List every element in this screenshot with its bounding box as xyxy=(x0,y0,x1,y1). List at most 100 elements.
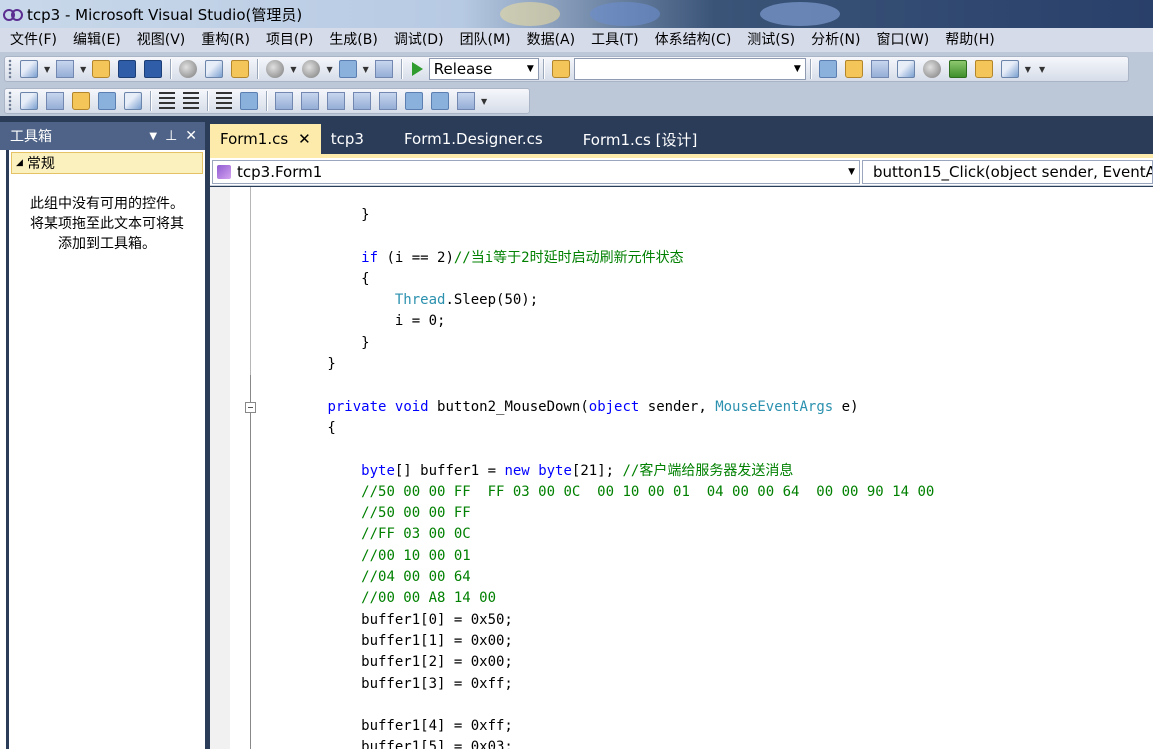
code-line[interactable]: buffer1[2] = 0x00; xyxy=(260,652,934,673)
menu-data[interactable]: 数据(A) xyxy=(519,28,584,52)
increase-indent-icon[interactable] xyxy=(183,92,199,110)
window-position-icon[interactable]: ▼ xyxy=(149,131,157,142)
toolbar-grip[interactable] xyxy=(8,59,12,79)
code-line[interactable]: { xyxy=(260,418,934,439)
find-combo[interactable]: ▼ xyxy=(573,58,806,80)
pin-icon[interactable]: ⊥ xyxy=(165,128,177,144)
menu-project[interactable]: 项目(P) xyxy=(258,28,321,52)
menu-test[interactable]: 测试(S) xyxy=(739,28,803,52)
menu-edit[interactable]: 编辑(E) xyxy=(65,28,129,52)
start-debugging-icon[interactable] xyxy=(411,62,423,76)
code-editor[interactable]: } if (i == 2)//当i等于2时延时启动刷新元件状态 { Thread… xyxy=(210,187,1153,749)
paste-icon[interactable] xyxy=(231,60,250,78)
code-line[interactable]: buffer1[0] = 0x50; xyxy=(260,610,934,631)
menu-analyze[interactable]: 分析(N) xyxy=(803,28,868,52)
save-all-icon[interactable] xyxy=(144,60,163,78)
code-line[interactable]: //FF 03 00 0C xyxy=(260,524,934,545)
code-line[interactable]: } xyxy=(260,205,934,226)
properties-icon[interactable] xyxy=(870,60,889,78)
toolbox-group-general[interactable]: ◢ 常规 xyxy=(11,152,203,174)
code-line[interactable]: { xyxy=(260,269,934,290)
chevron-down-icon[interactable]: ▼ xyxy=(363,65,369,74)
menu-file[interactable]: 文件(F) xyxy=(2,28,65,52)
start-page-icon[interactable] xyxy=(948,60,967,78)
code-line[interactable]: buffer1[4] = 0xff; xyxy=(260,716,934,737)
code-line[interactable]: buffer1[1] = 0x00; xyxy=(260,631,934,652)
class-dropdown[interactable]: tcp3.Form1 ▼ xyxy=(212,159,860,184)
next-bookmark-icon[interactable] xyxy=(327,92,345,110)
navigate-backward-icon[interactable] xyxy=(338,60,357,78)
chevron-down-icon[interactable]: ▼ xyxy=(44,65,50,74)
menu-debug[interactable]: 调试(D) xyxy=(386,28,452,52)
toolbar-options-icon[interactable]: ▼ xyxy=(1039,65,1045,74)
object-browser-icon[interactable] xyxy=(896,60,915,78)
comment-out-icon[interactable] xyxy=(216,92,232,110)
chevron-down-icon[interactable]: ▼ xyxy=(794,64,801,74)
code-line[interactable]: buffer1[3] = 0xff; xyxy=(260,674,934,695)
find-symbol-icon[interactable] xyxy=(818,60,837,78)
code-line[interactable]: //00 10 00 01 xyxy=(260,546,934,567)
collapse-triangle-icon[interactable]: ◢ xyxy=(16,158,23,168)
previous-bookmark-in-document-icon[interactable] xyxy=(405,92,423,110)
save-icon[interactable] xyxy=(118,60,137,78)
quick-info-icon[interactable] xyxy=(72,92,90,110)
display-object-member-list-icon[interactable] xyxy=(20,92,38,110)
clear-bookmarks-icon[interactable] xyxy=(457,92,475,110)
redo-icon[interactable] xyxy=(302,60,321,78)
code-line[interactable]: //50 00 00 FF xyxy=(260,503,934,524)
chevron-down-icon[interactable]: ▼ xyxy=(80,65,86,74)
close-icon[interactable]: ✕ xyxy=(185,128,197,144)
code-line[interactable]: byte[] buffer1 = new byte[21]; //客户端给服务器… xyxy=(260,461,934,482)
add-item-icon[interactable] xyxy=(56,60,75,78)
navigate-forward-icon[interactable] xyxy=(374,60,393,78)
solution-configuration-select[interactable]: Release ▼ xyxy=(428,58,539,80)
code-line[interactable]: } xyxy=(260,333,934,354)
menu-team[interactable]: 团队(M) xyxy=(452,28,519,52)
collapse-outline-icon[interactable] xyxy=(245,402,256,413)
code-text[interactable]: } if (i == 2)//当i等于2时延时启动刷新元件状态 { Thread… xyxy=(260,205,934,749)
chevron-down-icon[interactable]: ▼ xyxy=(326,65,332,74)
open-folder-icon[interactable] xyxy=(92,60,111,78)
tab-tcp3[interactable]: tcp3 xyxy=(321,124,374,154)
display-member-list-icon[interactable] xyxy=(124,92,142,110)
chevron-down-icon[interactable]: ▼ xyxy=(290,65,296,74)
uncomment-icon[interactable] xyxy=(240,92,258,110)
menu-help[interactable]: 帮助(H) xyxy=(937,28,1002,52)
menu-build[interactable]: 生成(B) xyxy=(321,28,386,52)
code-line[interactable]: //00 00 A8 14 00 xyxy=(260,588,934,609)
tab-form1-cs[interactable]: Form1.cs ✕ xyxy=(210,124,321,154)
previous-bookmark-icon[interactable] xyxy=(301,92,319,110)
parameter-info-icon[interactable] xyxy=(46,92,64,110)
member-dropdown[interactable]: button15_Click(object sender, EventA xyxy=(862,159,1153,184)
menu-refactor[interactable]: 重构(R) xyxy=(193,28,258,52)
code-line[interactable] xyxy=(260,695,934,716)
chevron-down-icon[interactable]: ▼ xyxy=(848,167,855,177)
menu-architecture[interactable]: 体系结构(C) xyxy=(647,28,740,52)
code-line[interactable] xyxy=(260,226,934,247)
undo-icon[interactable] xyxy=(266,60,285,78)
bookmark-toggle-icon[interactable] xyxy=(275,92,293,110)
new-project-icon[interactable] xyxy=(20,60,38,78)
code-line[interactable]: Thread.Sleep(50); xyxy=(260,290,934,311)
code-line[interactable]: //50 00 00 FF FF 03 00 0C 00 10 00 01 04… xyxy=(260,482,934,503)
menu-window[interactable]: 窗口(W) xyxy=(869,28,938,52)
command-window-icon[interactable] xyxy=(1000,60,1019,78)
toolbar-options-icon[interactable]: ▼ xyxy=(481,97,487,106)
code-line[interactable] xyxy=(260,439,934,460)
extension-manager-icon[interactable] xyxy=(974,60,993,78)
code-line[interactable]: i = 0; xyxy=(260,311,934,332)
code-line[interactable]: //04 00 00 64 xyxy=(260,567,934,588)
cut-icon[interactable] xyxy=(179,60,198,78)
tab-form1-cs-design[interactable]: Form1.cs [设计] xyxy=(573,124,708,154)
chevron-down-icon[interactable]: ▼ xyxy=(527,64,534,74)
solution-explorer-icon[interactable] xyxy=(844,60,863,78)
find-in-files-icon[interactable] xyxy=(551,60,570,78)
code-line[interactable]: buffer1[5] = 0x03; xyxy=(260,737,934,749)
code-line[interactable] xyxy=(260,375,934,396)
previous-bookmark-in-folder-icon[interactable] xyxy=(353,92,371,110)
next-bookmark-in-folder-icon[interactable] xyxy=(379,92,397,110)
close-icon[interactable]: ✕ xyxy=(298,130,311,148)
toolbar-grip[interactable] xyxy=(8,91,12,111)
code-line[interactable]: if (i == 2)//当i等于2时延时启动刷新元件状态 xyxy=(260,248,934,269)
tab-form1-designer-cs[interactable]: Form1.Designer.cs xyxy=(394,124,553,154)
